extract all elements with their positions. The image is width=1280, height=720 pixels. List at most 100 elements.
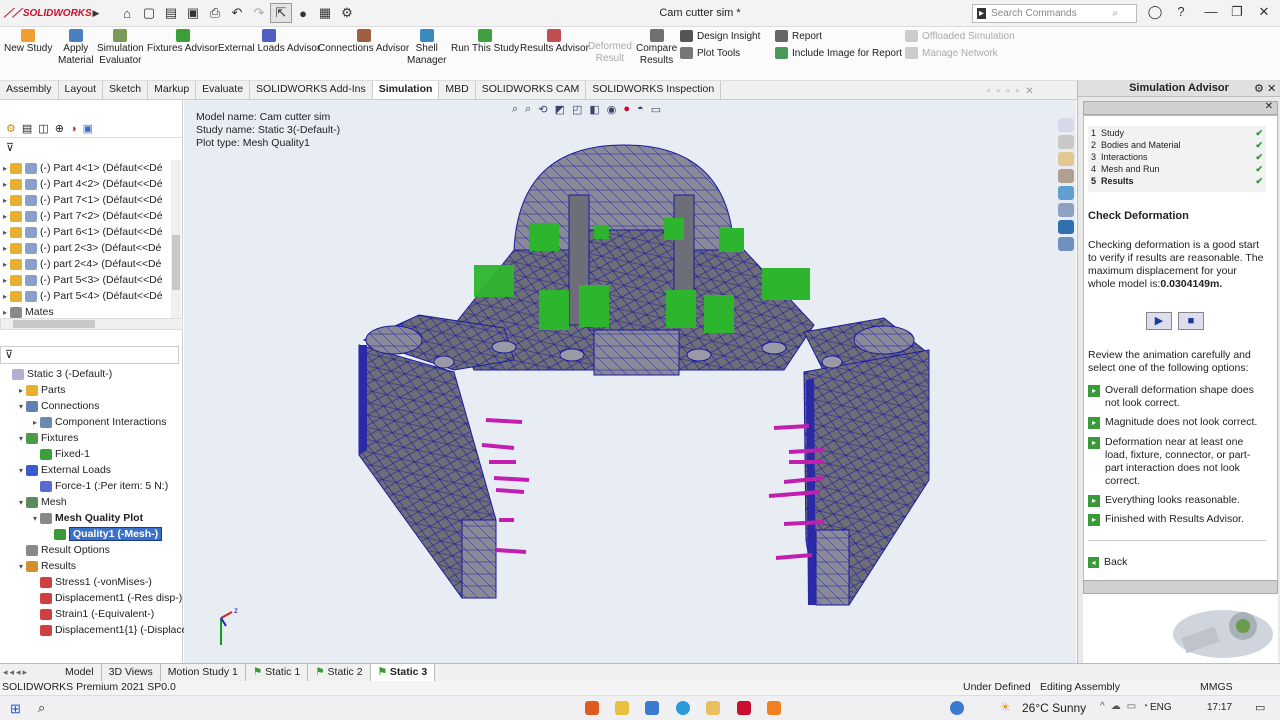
sim-tree-parts[interactable]: ▸ Parts (16, 382, 66, 398)
sim-tree-results[interactable]: ▾ Results (16, 558, 76, 574)
file-properties-icon[interactable]: ▦ (314, 3, 336, 23)
solidworks-taskbar-icon[interactable] (737, 701, 751, 715)
taskbar-search-icon[interactable]: ⌕ (38, 700, 45, 716)
back-button[interactable]: ◂ Back (1088, 556, 1127, 568)
sim-tree-fixed[interactable]: Fixed-1 (30, 446, 90, 462)
expand-arrow-icon[interactable]: ▸ (0, 276, 10, 285)
appearances-icon[interactable] (1058, 186, 1074, 200)
rebuild-icon[interactable]: ● (292, 3, 314, 23)
sim-tree-connections[interactable]: ▾ Connections (16, 398, 99, 414)
design-library-icon[interactable] (1058, 135, 1074, 149)
tray-icons[interactable]: ^☁▭◔ (1100, 701, 1154, 712)
simulation-evaluator-button[interactable]: Simulation Evaluator (97, 29, 144, 67)
todo-icon[interactable] (645, 701, 659, 715)
apply-material-button[interactable]: Apply Material (58, 29, 94, 67)
advisor-option-2[interactable]: ▸ Magnitude does not look correct. (1088, 416, 1266, 429)
tab-solidworks-add-ins[interactable]: SOLIDWORKS Add-Ins (250, 81, 373, 99)
sim-tree-component-interactions[interactable]: ▸ Component Interactions (30, 414, 167, 430)
report-button[interactable]: Report (775, 30, 822, 42)
options-gear-icon[interactable]: ⚙ (336, 3, 358, 23)
tab-scroll-arrows[interactable]: ◂◂◂▸ (0, 667, 58, 678)
compare-results-button[interactable]: Compare Results (636, 29, 677, 67)
tab-solidworks-cam[interactable]: SOLIDWORKS CAM (476, 81, 587, 99)
view-palette-icon[interactable] (1058, 169, 1074, 183)
expand-arrow-icon[interactable]: ▸ (0, 228, 10, 237)
property-manager-icon[interactable]: ▤ (22, 122, 32, 135)
fixtures-advisor-button[interactable]: Fixtures Advisor (147, 29, 218, 55)
notifications-icon[interactable]: ▭ (1255, 701, 1265, 714)
advisor-step-4[interactable]: 4 Mesh and Run ✔ (1091, 164, 1263, 175)
expand-arrow-icon[interactable]: ▸ (0, 292, 10, 301)
minimize-button[interactable]: — (1200, 4, 1222, 22)
bottom-tab-static-3[interactable]: ⚑ Static 3 (370, 664, 436, 681)
weather-text[interactable]: 26°C Sunny (1022, 701, 1086, 715)
deformed-result-button[interactable]: Deformed Result (588, 41, 632, 65)
horizontal-scrollbar[interactable] (0, 318, 183, 330)
expand-arrow-icon[interactable]: ▸ (0, 212, 10, 221)
run-this-study-button[interactable]: Run This Study (451, 29, 519, 55)
viewport-restore-icon[interactable]: ▫ (987, 86, 991, 97)
tab-sketch[interactable]: Sketch (103, 81, 149, 99)
bottom-tab-static-1[interactable]: ⚑ Static 1 (246, 664, 309, 681)
solidworks-forum-icon[interactable] (1058, 220, 1074, 234)
vertical-scrollbar[interactable] (171, 160, 181, 318)
advisor-option-5[interactable]: ▸ Finished with Results Advisor. (1088, 513, 1266, 526)
network-status-icon[interactable] (950, 701, 964, 715)
sim-tree-force[interactable]: Force-1 (:Per item: 5 N:) (30, 478, 168, 494)
sim-tree-displacement2[interactable]: Displacement1{1} (-Displacem (30, 622, 196, 638)
sim-tree-quality1[interactable]: Quality1 (-Mesh-) (44, 526, 163, 542)
advisor-option-1[interactable]: ▸ Overall deformation shape does not look… (1088, 384, 1266, 410)
expand-arrow-icon[interactable]: ▾ (16, 434, 26, 443)
brave-icon[interactable] (585, 701, 599, 715)
expand-arrow-icon[interactable]: ▾ (16, 466, 26, 475)
expand-arrow-icon[interactable]: ▾ (16, 402, 26, 411)
custom-properties-icon[interactable] (1058, 203, 1074, 217)
redo-icon[interactable]: ↷ (248, 3, 270, 23)
search-icon[interactable]: ⌕ (1112, 8, 1118, 19)
tab-evaluate[interactable]: Evaluate (196, 81, 251, 99)
sim-tree-external-loads[interactable]: ▾ External Loads (16, 462, 111, 478)
advisor-step-1[interactable]: 1 Study ✔ (1091, 128, 1263, 139)
expand-arrow-icon[interactable]: ▸ (0, 308, 10, 317)
sim-tree-mesh[interactable]: ▾ Mesh (16, 494, 67, 510)
sim-tree-mesh-quality-plot[interactable]: ▾ Mesh Quality Plot (30, 510, 143, 526)
tree-part-item[interactable]: ▸ (-) Part 7<1> (Défaut<<Dé (0, 192, 163, 208)
close-button[interactable]: ✕ (1253, 4, 1275, 22)
sim-tree-displacement[interactable]: Displacement1 (-Res disp-) (30, 590, 182, 606)
search-commands-input[interactable]: ▸ Search Commands ⌕ (972, 4, 1137, 23)
cam-icon[interactable]: ▣ (83, 122, 93, 135)
sim-tree-result-options[interactable]: Result Options (16, 542, 110, 558)
sim-tree-stress[interactable]: Stress1 (-vonMises-) (30, 574, 152, 590)
advisor-close-icon[interactable]: ✕ (1265, 101, 1273, 112)
expand-arrow-icon[interactable]: ▸ (16, 386, 26, 395)
advisor-option-3[interactable]: ▸ Deformation near at least one load, fix… (1088, 436, 1266, 488)
tree-part-item[interactable]: ▸ (-) Part 4<2> (Défaut<<Dé (0, 176, 163, 192)
select-icon[interactable]: ⇱ (270, 3, 292, 23)
telegram-icon[interactable] (676, 701, 690, 715)
viewport-min-icon[interactable]: ▫ (997, 86, 1001, 97)
expand-arrow-icon[interactable]: ▾ (30, 514, 40, 523)
expand-arrow-icon[interactable]: ▸ (0, 164, 10, 173)
tree-part-item[interactable]: ▸ (-) Part 5<3> (Défaut<<Dé (0, 272, 163, 288)
solidworks-logo[interactable]: ⟋⟋ SOLIDWORKS (0, 6, 92, 21)
mesh-model[interactable]: z (184, 100, 1076, 663)
language-indicator[interactable]: ENG (1150, 702, 1172, 713)
advisor-option-4[interactable]: ▸ Everything looks reasonable. (1088, 494, 1266, 507)
help-icon[interactable]: ? (1170, 4, 1192, 22)
manage-network-button[interactable]: Manage Network (905, 47, 998, 59)
advisor-step-3[interactable]: 3 Interactions ✔ (1091, 152, 1263, 163)
graphics-area[interactable]: Model name: Cam cutter sim Study name: S… (184, 86, 1076, 663)
simulation-advisor-icon[interactable] (1058, 237, 1074, 251)
advisor-step-2[interactable]: 2 Bodies and Material ✔ (1091, 140, 1263, 151)
bottom-tab-motion-study-1[interactable]: Motion Study 1 (161, 664, 246, 681)
undo-icon[interactable]: ↶ (226, 3, 248, 23)
bottom-tab-static-2[interactable]: ⚑ Static 2 (308, 664, 371, 681)
tree-part-item[interactable]: ▸ (-) part 2<3> (Défaut<<Dé (0, 240, 161, 256)
display-manager-icon[interactable]: ◑ (70, 123, 77, 135)
chevron-right-icon[interactable]: ▶ (90, 3, 102, 23)
filter-icon[interactable]: ⊽ (6, 141, 14, 154)
sim-tree-fixtures[interactable]: ▾ Fixtures (16, 430, 78, 446)
tree-part-item[interactable]: ▸ (-) Part 5<4> (Défaut<<Dé (0, 288, 163, 304)
tree-part-item[interactable]: ▸ (-) part 2<4> (Défaut<<Dé (0, 256, 161, 272)
tab-markup[interactable]: Markup (148, 81, 197, 99)
